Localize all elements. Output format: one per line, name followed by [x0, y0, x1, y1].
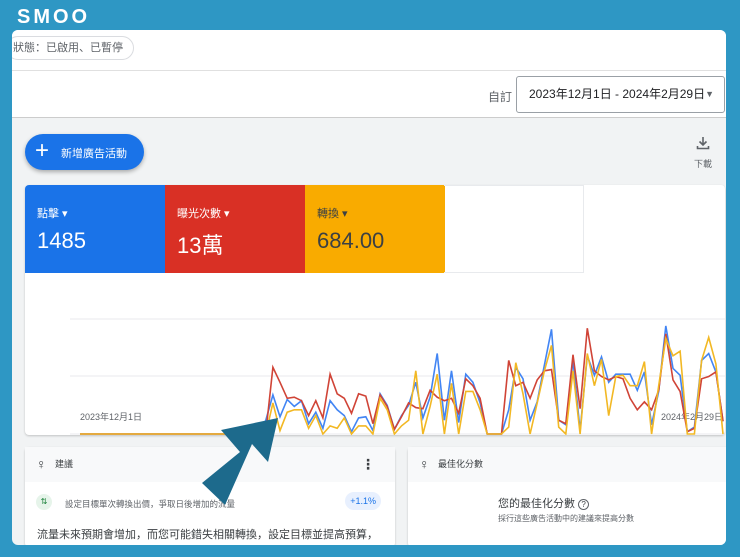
annotation-arrow	[202, 418, 278, 505]
arrow-icon	[202, 418, 278, 505]
